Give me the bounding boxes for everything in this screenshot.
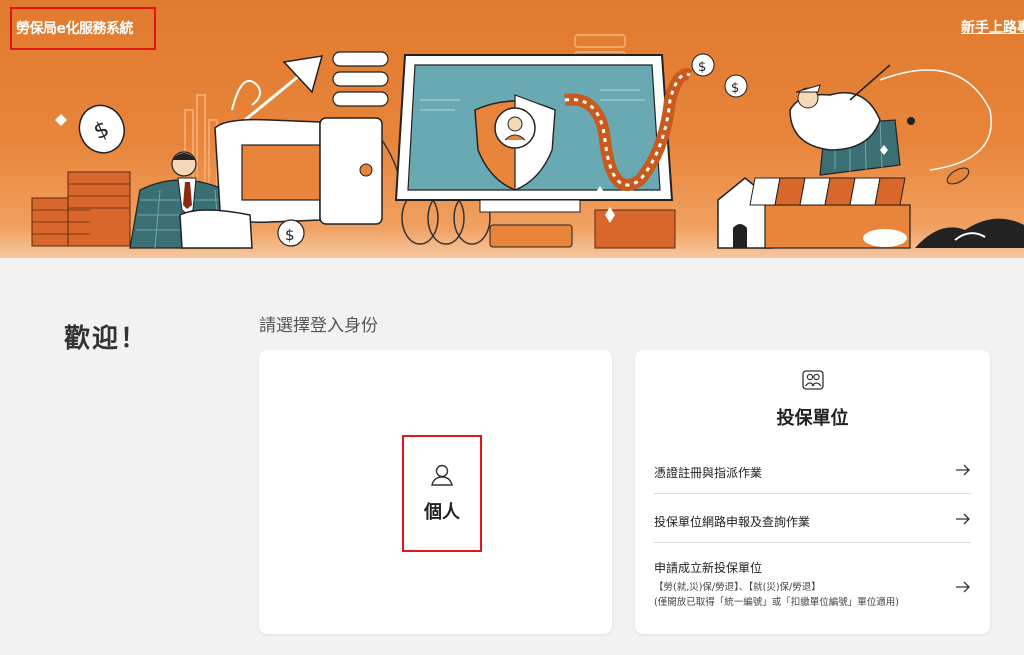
new-employer-insurance-types: 【勞(就,災)保/勞退】、【就(災)保/勞退】 xyxy=(654,582,821,593)
arrow-right-icon xyxy=(955,462,971,481)
new-employer-label: 申請成立新投保單位 xyxy=(654,561,763,575)
divider xyxy=(654,493,971,494)
new-employer-eligibility-note: (僅開放已取得「統一編號」或「扣繳單位編號」單位適用) xyxy=(654,597,899,608)
group-icon xyxy=(802,370,824,394)
cert-registration-label: 憑證註冊與指派作業 xyxy=(654,466,763,480)
hero-banner: $ $ $ $ 勞保局e化服務系統 新手上路 xyxy=(0,0,1024,258)
personal-login-button[interactable]: 個人 xyxy=(402,435,482,552)
cert-registration-link[interactable]: 憑證註冊與指派作業 xyxy=(654,462,971,482)
site-logo[interactable]: 勞保局e化服務系統 xyxy=(10,7,156,50)
svg-text:$: $ xyxy=(698,60,706,75)
arrow-right-icon xyxy=(955,511,971,530)
online-declaration-label: 投保單位網路申報及查詢作業 xyxy=(654,515,811,529)
arrow-right-icon xyxy=(955,579,971,598)
site-title: 勞保局e化服務系統 xyxy=(16,21,134,37)
personal-login-card: 個人 xyxy=(259,350,612,634)
employer-login-card: 投保單位 憑證註冊與指派作業 投保單位網路申報及查詢作業 申請成立新投保單位 【… xyxy=(635,350,990,634)
svg-text:$: $ xyxy=(731,81,739,96)
newbie-guide-link[interactable]: 新手上路專區 xyxy=(961,17,1024,37)
login-identity-prompt: 請選擇登入身份 xyxy=(259,316,378,336)
user-icon xyxy=(426,463,458,491)
online-declaration-link[interactable]: 投保單位網路申報及查詢作業 xyxy=(654,511,971,531)
svg-text:$: $ xyxy=(285,226,295,244)
employer-title: 投保單位 xyxy=(776,408,849,429)
divider xyxy=(654,542,971,543)
welcome-heading: 歡迎！ xyxy=(64,324,149,354)
personal-label: 個人 xyxy=(424,502,460,523)
new-employer-application-link[interactable]: 申請成立新投保單位 【勞(就,災)保/勞退】、【就(災)保/勞退】 (僅開放已取… xyxy=(654,559,971,617)
